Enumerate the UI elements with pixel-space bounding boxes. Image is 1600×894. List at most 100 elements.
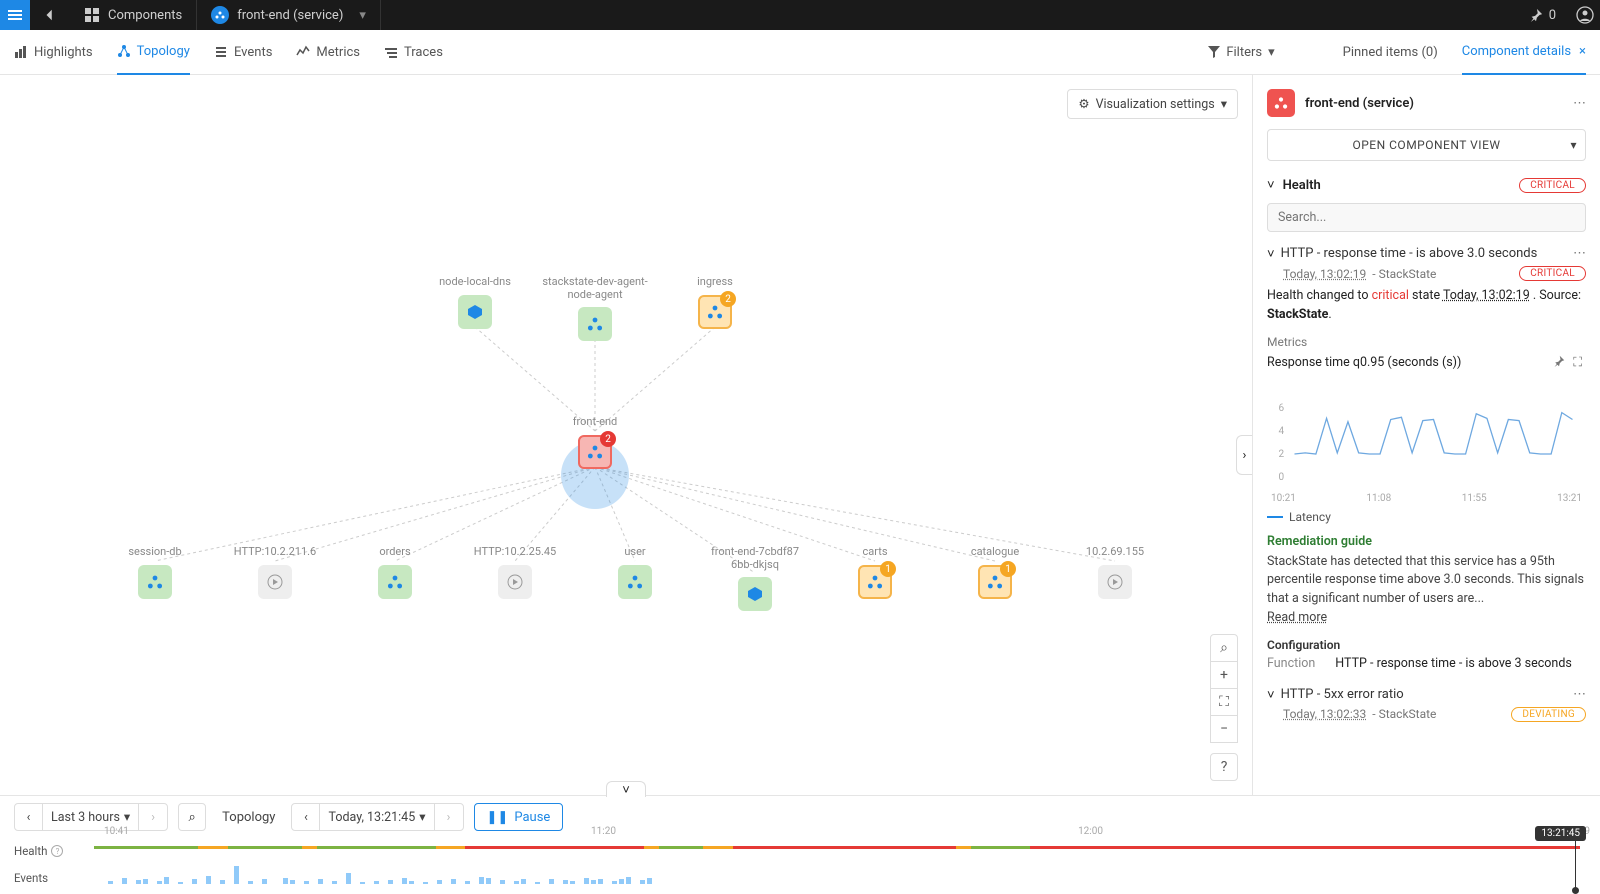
fit-button[interactable]: ⛶ [1210,688,1238,716]
chevron-down-icon: ▾ [359,8,366,23]
health-change-text: Health changed to critical state Today, … [1267,287,1586,325]
topology-icon [117,44,131,58]
component-header: front-end (service) ⋯ [1267,89,1586,117]
check-more-button[interactable]: ⋯ [1573,246,1586,261]
zoom-search-button[interactable]: ⌕ [1210,634,1238,662]
node-ip-10-2-69-155[interactable]: 10.2.69.155 [1060,545,1170,599]
side-tab-pinned[interactable]: Pinned items (0) [1343,30,1438,75]
back-button[interactable] [30,8,70,22]
check-toggle[interactable]: ˅ HTTP - 5xx error ratio ⋯ [1267,687,1586,703]
pin-metric-button[interactable] [1549,353,1569,373]
check-toggle[interactable]: ˅ HTTP - response time - is above 3.0 se… [1267,246,1586,262]
remediation-title: Remediation guide [1267,534,1586,549]
close-icon[interactable]: × [1579,44,1586,59]
expand-metric-button[interactable]: ⛶ [1569,353,1586,372]
main-area: ⚙ Visualization settings ▾ node-local-dn… [0,75,1600,795]
chevron-down-icon: ▾ [124,809,130,825]
node-label: front-end-7cbdf87 6bb-dkjsq [700,545,810,571]
check-more-button[interactable]: ⋯ [1573,687,1586,702]
node-label: stackstate-dev-agent-node-agent [540,275,650,301]
node-orders[interactable]: orders [340,545,450,599]
node-box: 2 [578,435,612,469]
component-details-panel: front-end (service) ⋯ OPEN COMPONENT VIE… [1252,75,1600,795]
node-stackstate-agent[interactable]: stackstate-dev-agent-node-agent [540,275,650,341]
component-icon [1267,89,1295,117]
chevron-down-icon: ˅ [1267,246,1275,262]
breadcrumb-front-end[interactable]: front-end (service) ▾ [197,0,381,30]
zoom-in-button[interactable]: + [1210,661,1238,689]
filters-button[interactable]: Filters ▾ [1208,45,1274,60]
health-row-label: Health? [14,844,94,858]
check-badge: CRITICAL [1519,266,1586,281]
open-component-view-button[interactable]: OPEN COMPONENT VIEW ▾ [1267,129,1586,161]
node-front-end[interactable]: front-end2 [540,415,650,469]
breadcrumb-label: Components [108,8,182,23]
sub-nav: Highlights Topology Events Metrics Trace… [0,30,1600,75]
node-carts[interactable]: carts1 [820,545,930,599]
component-name: front-end (service) [1305,96,1563,111]
drawer-toggle[interactable]: › [1236,435,1252,475]
pinned-button[interactable]: 0 [1515,8,1570,23]
chevron-down-icon: ˅ [1267,687,1275,703]
node-session-db[interactable]: session-db [100,545,210,599]
arrow-left-icon [43,8,57,22]
node-box [738,577,772,611]
node-catalogue[interactable]: catalogue1 [940,545,1050,599]
component-more-button[interactable]: ⋯ [1573,96,1586,111]
node-box: 2 [698,295,732,329]
tab-highlights[interactable]: Highlights [14,30,93,75]
node-label: node-local-dns [420,275,530,289]
check-meta: Today, 13:02:33 - StackState DEVIATING [1283,707,1586,722]
svg-text:4: 4 [1279,426,1285,437]
node-ingress[interactable]: ingress2 [660,275,770,329]
visualization-settings-button[interactable]: ⚙ Visualization settings ▾ [1067,89,1238,119]
chevron-down-icon: ▾ [419,809,425,825]
tab-topology[interactable]: Topology [117,30,190,75]
zoom-out-button[interactable]: − [1210,715,1238,743]
profile-button[interactable] [1570,6,1600,24]
help-button[interactable]: ? [1210,753,1238,781]
range-prev-button[interactable]: ‹ [15,804,43,830]
health-section-toggle[interactable]: ˅ Health CRITICAL [1267,177,1586,193]
node-label: orders [340,545,450,559]
node-http-10-2-25-45[interactable]: HTTP:10.2.25.45 [460,545,570,599]
filter-icon [1208,46,1220,58]
read-more-link[interactable]: Read more [1267,610,1327,625]
node-box [138,565,172,599]
node-front-end-pod[interactable]: front-end-7cbdf87 6bb-dkjsq [700,545,810,611]
health-badge: CRITICAL [1519,178,1586,193]
events-track [94,864,1580,884]
node-box [618,565,652,599]
side-tab-details[interactable]: Component details× [1462,30,1586,75]
timeline-tracks[interactable]: 10:4111:2012:0012:39 13:21:45 [94,838,1600,891]
highlights-icon [14,45,28,59]
pin-icon [1529,8,1543,22]
node-user[interactable]: user [580,545,690,599]
tab-metrics[interactable]: Metrics [296,30,360,75]
node-label: session-db [100,545,210,559]
chevron-down-icon: ▾ [1570,138,1577,152]
tab-events[interactable]: Events [214,30,272,75]
chevron-down-icon: ˅ [622,782,630,798]
node-box: 1 [858,565,892,599]
info-icon[interactable]: ? [51,845,63,857]
breadcrumb-label: front-end (service) [237,8,343,23]
node-http-10-2-211-6[interactable]: HTTP:10.2.211.6 [220,545,330,599]
user-circle-icon [1576,6,1594,24]
now-line[interactable] [1575,838,1576,891]
health-search-input[interactable] [1267,203,1586,232]
node-node-local-dns[interactable]: node-local-dns [420,275,530,329]
pause-icon: ❚❚ [487,810,509,825]
topology-layer: node-local-dns stackstate-dev-agent-node-… [60,215,1192,775]
search-icon: ⌕ [1220,640,1228,656]
pin-count: 0 [1549,8,1556,23]
check-badge: DEVIATING [1511,707,1586,722]
tab-traces[interactable]: Traces [384,30,443,75]
menu-button[interactable] [0,0,30,30]
breadcrumb-components[interactable]: Components [70,0,197,30]
now-handle[interactable] [1572,887,1579,894]
events-row-label: Events [14,871,94,885]
node-box [1098,565,1132,599]
topology-canvas[interactable]: ⚙ Visualization settings ▾ node-local-dn… [0,75,1252,795]
timeline-collapse[interactable]: ˅ [606,781,646,797]
